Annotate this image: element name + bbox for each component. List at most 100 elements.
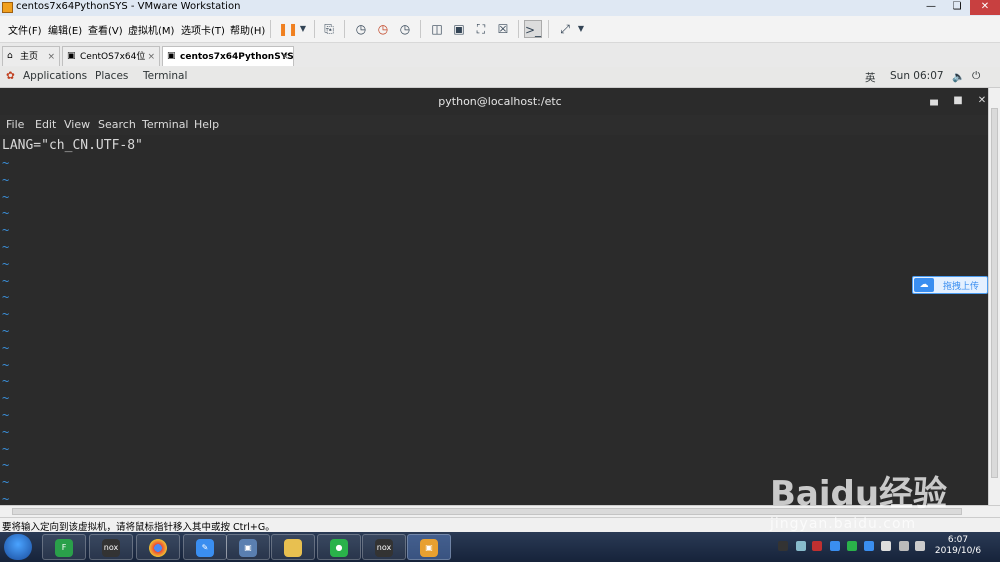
tab-home[interactable]: ⌂ 主页 × <box>2 46 60 66</box>
terminal-menubar: File Edit View Search Terminal Help <box>0 115 1000 135</box>
menu-file[interactable]: 文件(F) <box>8 22 42 37</box>
snapshot-icon[interactable]: ◷ <box>352 20 370 38</box>
menu-help[interactable]: 帮助(H) <box>230 22 265 37</box>
terminal-menu[interactable]: Terminal <box>143 70 187 82</box>
taskbar-app-2[interactable]: nox <box>89 534 133 560</box>
taskbar-time: 6:07 <box>947 535 969 545</box>
tab-active-label: centos7x64PythonSYS <box>180 52 294 62</box>
nox-icon: nox <box>375 539 393 557</box>
taskbar-vmware[interactable]: ▣ <box>407 534 451 560</box>
fullscreen-icon[interactable]: ⛶ <box>472 20 490 38</box>
status-text: 要将输入定向到该虚拟机，请将鼠标指针移入其中或按 Ctrl+G。 <box>2 522 275 533</box>
revert-snapshot-icon[interactable]: ◷ <box>374 20 392 38</box>
volume-tray-icon[interactable] <box>915 541 925 551</box>
vim-tilde: ~ <box>2 240 10 254</box>
taskbar-app-1[interactable]: F <box>42 534 86 560</box>
places-menu[interactable]: Places <box>95 70 128 82</box>
terminal-close-button[interactable]: ✕ <box>975 94 989 108</box>
gnome-foot-icon: ✿ <box>6 70 15 82</box>
vmware-icon: ▣ <box>420 539 438 557</box>
terminal-minimize-button[interactable]: ▄ <box>927 94 941 108</box>
maximize-button[interactable]: ❏ <box>944 0 970 15</box>
app-icon: F <box>55 539 73 557</box>
tray-icon[interactable] <box>778 541 788 551</box>
vertical-scrollbar[interactable] <box>988 88 1000 505</box>
tray-icon[interactable] <box>847 541 857 551</box>
power-icon[interactable]: ⏻ <box>972 70 980 83</box>
terminal-menu-edit[interactable]: Edit <box>35 118 56 131</box>
gnome-clock[interactable]: Sun 06:07 <box>890 70 944 82</box>
close-tab-icon[interactable]: × <box>281 47 289 67</box>
taskbar-clock[interactable]: 6:07 2019/10/6 <box>930 535 986 557</box>
vim-tilde: ~ <box>2 273 10 288</box>
window-title: centos7x64PythonSYS - VMware Workstation <box>16 1 241 12</box>
taskbar-explorer[interactable] <box>271 534 315 560</box>
taskbar-nox[interactable]: nox <box>362 534 406 560</box>
stretch-dropdown-icon[interactable]: ▼ <box>572 20 590 38</box>
vim-tilde: ~ <box>2 206 10 221</box>
cloud-icon: ☁ <box>914 278 934 292</box>
menu-edit[interactable]: 编辑(E) <box>48 22 82 37</box>
snapshot-manager-icon[interactable]: ◷ <box>396 20 414 38</box>
terminal-maximize-button[interactable]: ■ <box>951 94 965 108</box>
taskbar-app-4[interactable]: ✎ <box>183 534 227 560</box>
tray-icon[interactable] <box>881 541 891 551</box>
send-keys-icon[interactable]: ⎘ <box>320 20 338 38</box>
baidu-watermark: Bai⁠du经验 jingyan.baidu.com <box>770 456 990 536</box>
vim-tilde: ~ <box>2 458 10 473</box>
close-tab-icon[interactable]: × <box>47 47 55 67</box>
volume-icon[interactable]: 🔈 <box>952 70 965 83</box>
terminal-menu-search[interactable]: Search <box>98 118 136 131</box>
tab-centos-label: CentOS7x64位 <box>80 52 146 62</box>
vim-tilde: ~ <box>2 172 10 187</box>
network-icon[interactable] <box>899 541 909 551</box>
terminal-title-bar: python@localhost:/etc ▄ ■ ✕ <box>0 88 1000 115</box>
vim-tilde: ~ <box>2 307 10 322</box>
close-button[interactable]: ✕ <box>970 0 1000 15</box>
vertical-scroll-thumb[interactable] <box>991 108 998 478</box>
terminal-menu-view[interactable]: View <box>64 118 90 131</box>
terminal-title: python@localhost:/etc <box>438 95 562 108</box>
minimize-button[interactable]: — <box>918 0 944 15</box>
vim-tilde: ~ <box>2 156 10 170</box>
tray-icon[interactable] <box>796 541 806 551</box>
vim-tilde: ~ <box>2 391 10 406</box>
upload-widget[interactable]: ☁ 拖拽上传 <box>912 276 988 294</box>
tab-centos7x64pythonsys[interactable]: ▣ centos7x64PythonSYS × <box>162 46 294 66</box>
vim-tilde: ~ <box>2 424 10 439</box>
vim-tilde: ~ <box>2 357 10 372</box>
chevron-down-icon[interactable]: ▼ <box>294 20 312 38</box>
menu-vm[interactable]: 虚拟机(M) <box>128 22 174 37</box>
tray-icon[interactable] <box>830 541 840 551</box>
input-method-indicator[interactable]: 英 <box>865 70 876 85</box>
menu-tabs[interactable]: 选项卡(T) <box>181 22 225 37</box>
start-button[interactable] <box>4 534 32 560</box>
gnome-top-bar: ✿ Applications Places Terminal 英 Sun 06:… <box>0 67 1000 88</box>
tray-icon[interactable] <box>812 541 822 551</box>
console-icon[interactable]: >_ <box>524 20 542 38</box>
vim-tilde: ~ <box>2 223 10 238</box>
vim-tilde: ~ <box>2 189 10 204</box>
sidebar-icon[interactable]: ◫ <box>428 20 446 38</box>
tab-centos7x64[interactable]: ▣ CentOS7x64位 × <box>62 46 160 66</box>
vm-icon: ▣ <box>167 51 176 61</box>
taskbar-app-5[interactable]: ▣ <box>226 534 270 560</box>
terminal-menu-terminal[interactable]: Terminal <box>142 118 189 131</box>
taskbar-chrome[interactable] <box>136 534 180 560</box>
unity-icon[interactable]: ☒ <box>494 20 512 38</box>
vim-tilde: ~ <box>2 340 10 355</box>
terminal-menu-file[interactable]: File <box>6 118 24 131</box>
menu-view[interactable]: 查看(V) <box>88 22 123 37</box>
thumbnail-icon[interactable]: ▣ <box>450 20 468 38</box>
home-icon: ⌂ <box>7 51 13 61</box>
terminal-content[interactable]: LANG="ch_CN.UTF-8" ~ ~ ~ ~ ~ ~ ~ ~ ~ ~ ~ ~ ~ ~ ~ ~ ~ ~ ~ ~ ~… <box>0 135 988 523</box>
close-tab-icon[interactable]: × <box>147 47 155 67</box>
nox-icon: nox <box>102 539 120 557</box>
taskbar-wechat[interactable]: ● <box>317 534 361 560</box>
tray-icon[interactable] <box>864 541 874 551</box>
terminal-menu-help[interactable]: Help <box>194 118 219 131</box>
vim-tilde: ~ <box>2 475 10 490</box>
applications-menu[interactable]: Applications <box>23 70 87 82</box>
vim-tilde: ~ <box>2 290 10 305</box>
vmware-tab-bar: ⌂ 主页 × ▣ CentOS7x64位 × ▣ centos7x64Pytho… <box>0 43 1000 68</box>
